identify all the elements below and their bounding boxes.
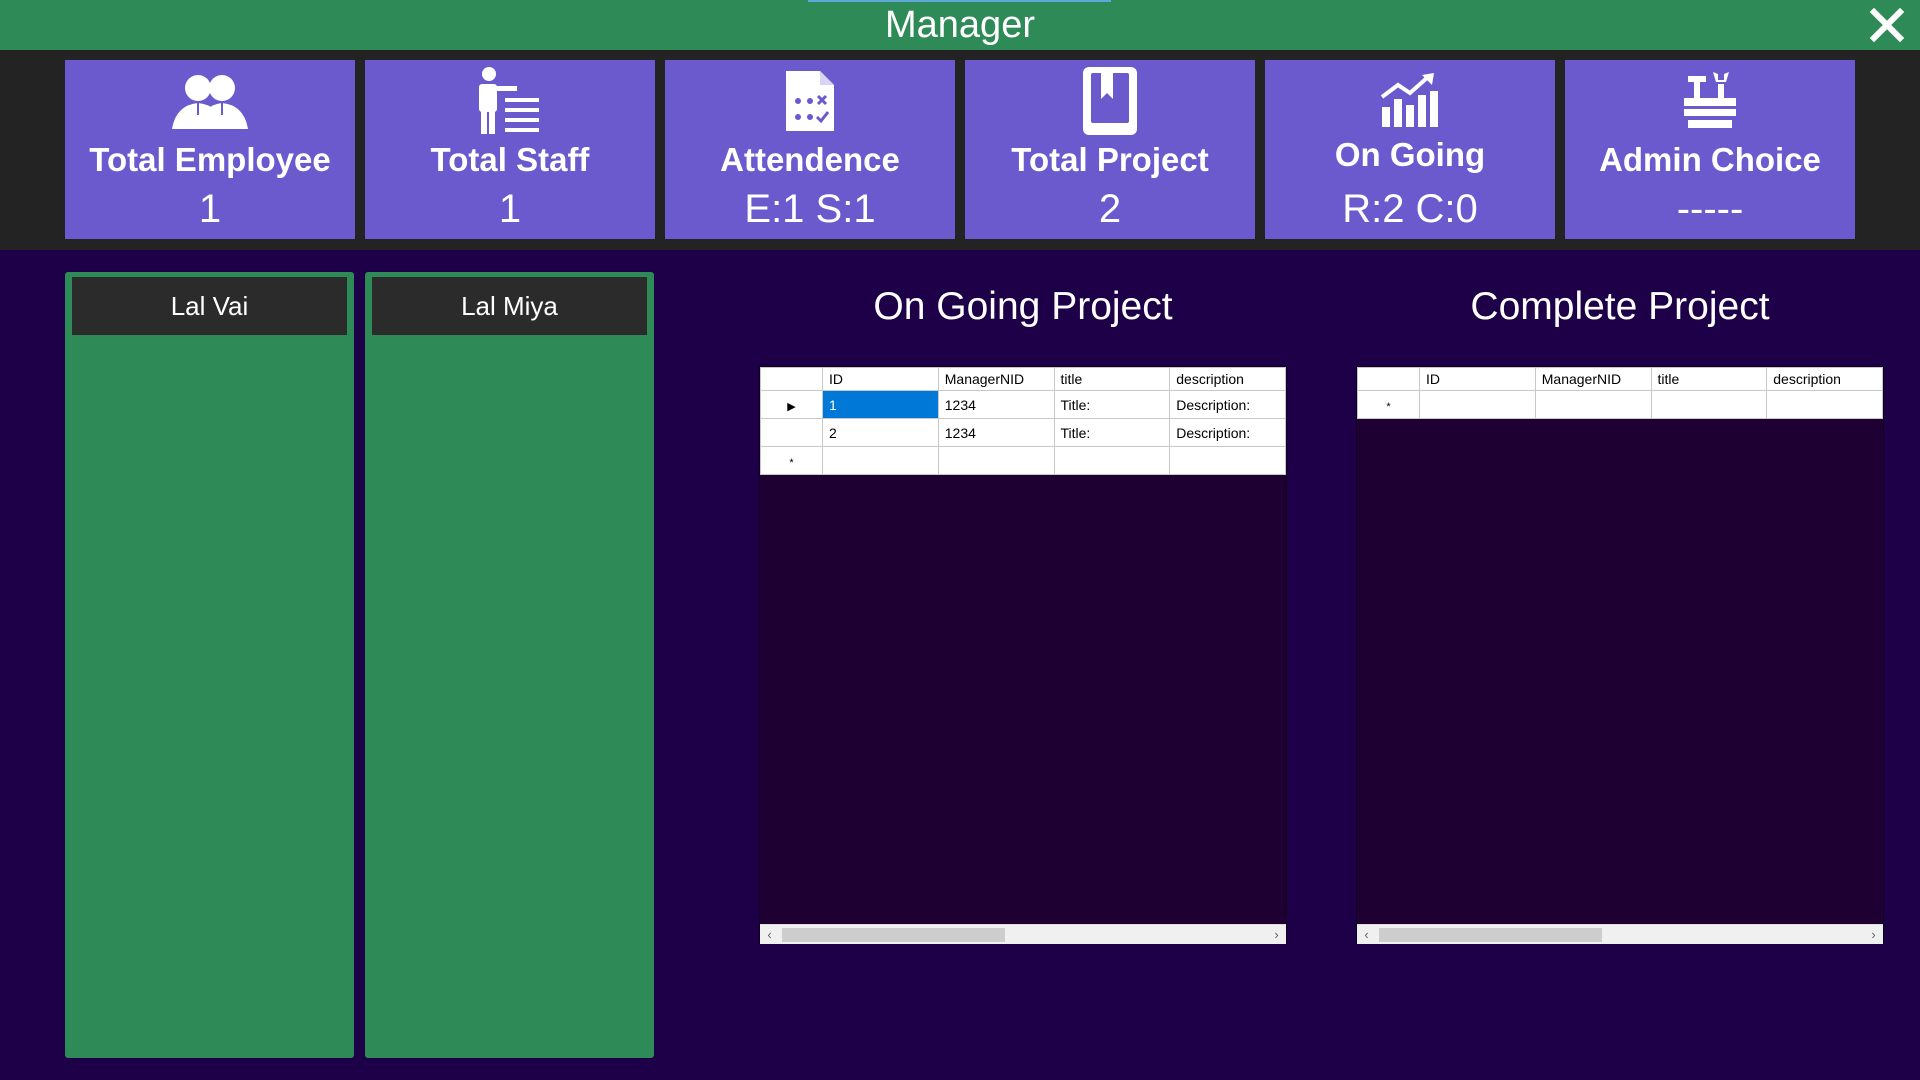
ongoing-project-table: ID ManagerNID title description ▶ 1 1234…: [760, 367, 1286, 475]
cell-id[interactable]: 1: [822, 390, 939, 419]
cell-title[interactable]: [1053, 446, 1171, 475]
row-header-new[interactable]: *: [760, 446, 823, 475]
close-button[interactable]: [1864, 4, 1910, 46]
scroll-right-icon[interactable]: ›: [1267, 925, 1286, 944]
attendance-document-icon: [665, 68, 955, 134]
cell-id[interactable]: [822, 446, 939, 475]
employee-panel[interactable]: Lal Vai: [65, 272, 354, 1058]
admin-choice-label: Admin Choice: [1599, 141, 1821, 178]
scroll-left-icon[interactable]: ‹: [1357, 925, 1376, 944]
cell-managernid[interactable]: 1234: [937, 418, 1055, 447]
total-employee-card[interactable]: Total Employee 1: [65, 60, 355, 239]
book-icon: [965, 67, 1255, 135]
column-header-description[interactable]: description: [1766, 367, 1883, 391]
column-header-id[interactable]: ID: [1419, 367, 1536, 391]
cell-title[interactable]: Title:: [1053, 418, 1171, 447]
on-going-value: R:2 C:0: [1342, 187, 1478, 231]
new-row-marker-icon: *: [789, 456, 794, 469]
total-staff-card[interactable]: Total Staff 1: [365, 60, 655, 239]
total-staff-value: 1: [498, 187, 522, 231]
row-header-current[interactable]: ▶: [760, 390, 823, 419]
cell-title[interactable]: [1650, 390, 1768, 419]
horizontal-scrollbar[interactable]: ‹ ›: [760, 924, 1286, 944]
stats-bar: Total Employee 1 Total Staff 1 Attendenc…: [0, 50, 1920, 250]
cell-description[interactable]: Description:: [1169, 418, 1286, 447]
attendance-value: E:1 S:1: [744, 187, 876, 231]
table-row[interactable]: 2 1234 Title: Description:: [760, 418, 1286, 447]
total-project-value: 2: [1098, 187, 1122, 231]
table-header-row: ID ManagerNID title description: [1357, 367, 1883, 391]
toolbox-icon: [1565, 68, 1855, 134]
cell-title[interactable]: Title:: [1053, 390, 1171, 419]
total-project-card[interactable]: Total Project 2: [965, 60, 1255, 239]
total-project-label: Total Project: [1011, 141, 1209, 178]
complete-project-table: ID ManagerNID title description *: [1357, 367, 1883, 419]
new-row[interactable]: *: [1357, 390, 1883, 419]
cell-description[interactable]: [1169, 446, 1286, 475]
complete-project-heading: Complete Project: [1470, 285, 1770, 328]
cell-description[interactable]: Description:: [1169, 390, 1286, 419]
horizontal-scrollbar[interactable]: ‹ ›: [1357, 924, 1883, 944]
column-header-managernid[interactable]: ManagerNID: [1534, 367, 1652, 391]
employee-panel[interactable]: Lal Miya: [365, 272, 654, 1058]
title-bar: Manager: [0, 0, 1920, 50]
total-employee-label: Total Employee: [89, 141, 331, 178]
cell-id[interactable]: 2: [822, 418, 939, 447]
growth-chart-icon: [1265, 68, 1555, 134]
total-employee-value: 1: [198, 187, 222, 231]
on-going-card[interactable]: On Going R:2 C:0: [1265, 60, 1555, 239]
column-header-title[interactable]: title: [1053, 367, 1171, 391]
column-header-description[interactable]: description: [1169, 367, 1286, 391]
column-header-title[interactable]: title: [1650, 367, 1768, 391]
cell-managernid[interactable]: [937, 446, 1055, 475]
ongoing-project-heading: On Going Project: [873, 285, 1173, 328]
scrollbar-thumb[interactable]: [1379, 928, 1602, 942]
admin-choice-value: -----: [1676, 187, 1744, 231]
column-header-id[interactable]: ID: [822, 367, 939, 391]
cell-managernid[interactable]: [1534, 390, 1652, 419]
cell-id[interactable]: [1419, 390, 1536, 419]
row-header-new[interactable]: *: [1357, 390, 1420, 419]
attendance-label: Attendence: [720, 141, 900, 178]
cell-managernid[interactable]: 1234: [937, 390, 1055, 419]
staff-list-icon: [365, 67, 655, 134]
row-header[interactable]: [760, 418, 823, 447]
employee-name: Lal Miya: [372, 277, 647, 335]
people-icon: [65, 68, 355, 134]
new-row-marker-icon: *: [1386, 400, 1391, 413]
scrollbar-thumb[interactable]: [782, 928, 1005, 942]
row-header-corner[interactable]: [1357, 367, 1420, 391]
table-row[interactable]: ▶ 1 1234 Title: Description:: [760, 390, 1286, 419]
row-header-corner[interactable]: [760, 367, 823, 391]
table-header-row: ID ManagerNID title description: [760, 367, 1286, 391]
close-icon: [1870, 8, 1904, 42]
cell-description[interactable]: [1766, 390, 1883, 419]
column-header-managernid[interactable]: ManagerNID: [937, 367, 1055, 391]
total-staff-label: Total Staff: [430, 141, 590, 178]
employee-name: Lal Vai: [72, 277, 347, 335]
scroll-left-icon[interactable]: ‹: [760, 925, 779, 944]
ongoing-project-grid[interactable]: ID ManagerNID title description ▶ 1 1234…: [760, 367, 1286, 944]
admin-choice-card[interactable]: Admin Choice -----: [1565, 60, 1855, 239]
complete-project-grid[interactable]: ID ManagerNID title description * ‹ ›: [1357, 367, 1883, 944]
current-row-marker-icon: ▶: [787, 400, 796, 413]
window-title: Manager: [885, 4, 1035, 46]
attendance-card[interactable]: Attendence E:1 S:1: [665, 60, 955, 239]
scroll-right-icon[interactable]: ›: [1864, 925, 1883, 944]
on-going-label: On Going: [1334, 136, 1486, 173]
new-row[interactable]: *: [760, 446, 1286, 475]
